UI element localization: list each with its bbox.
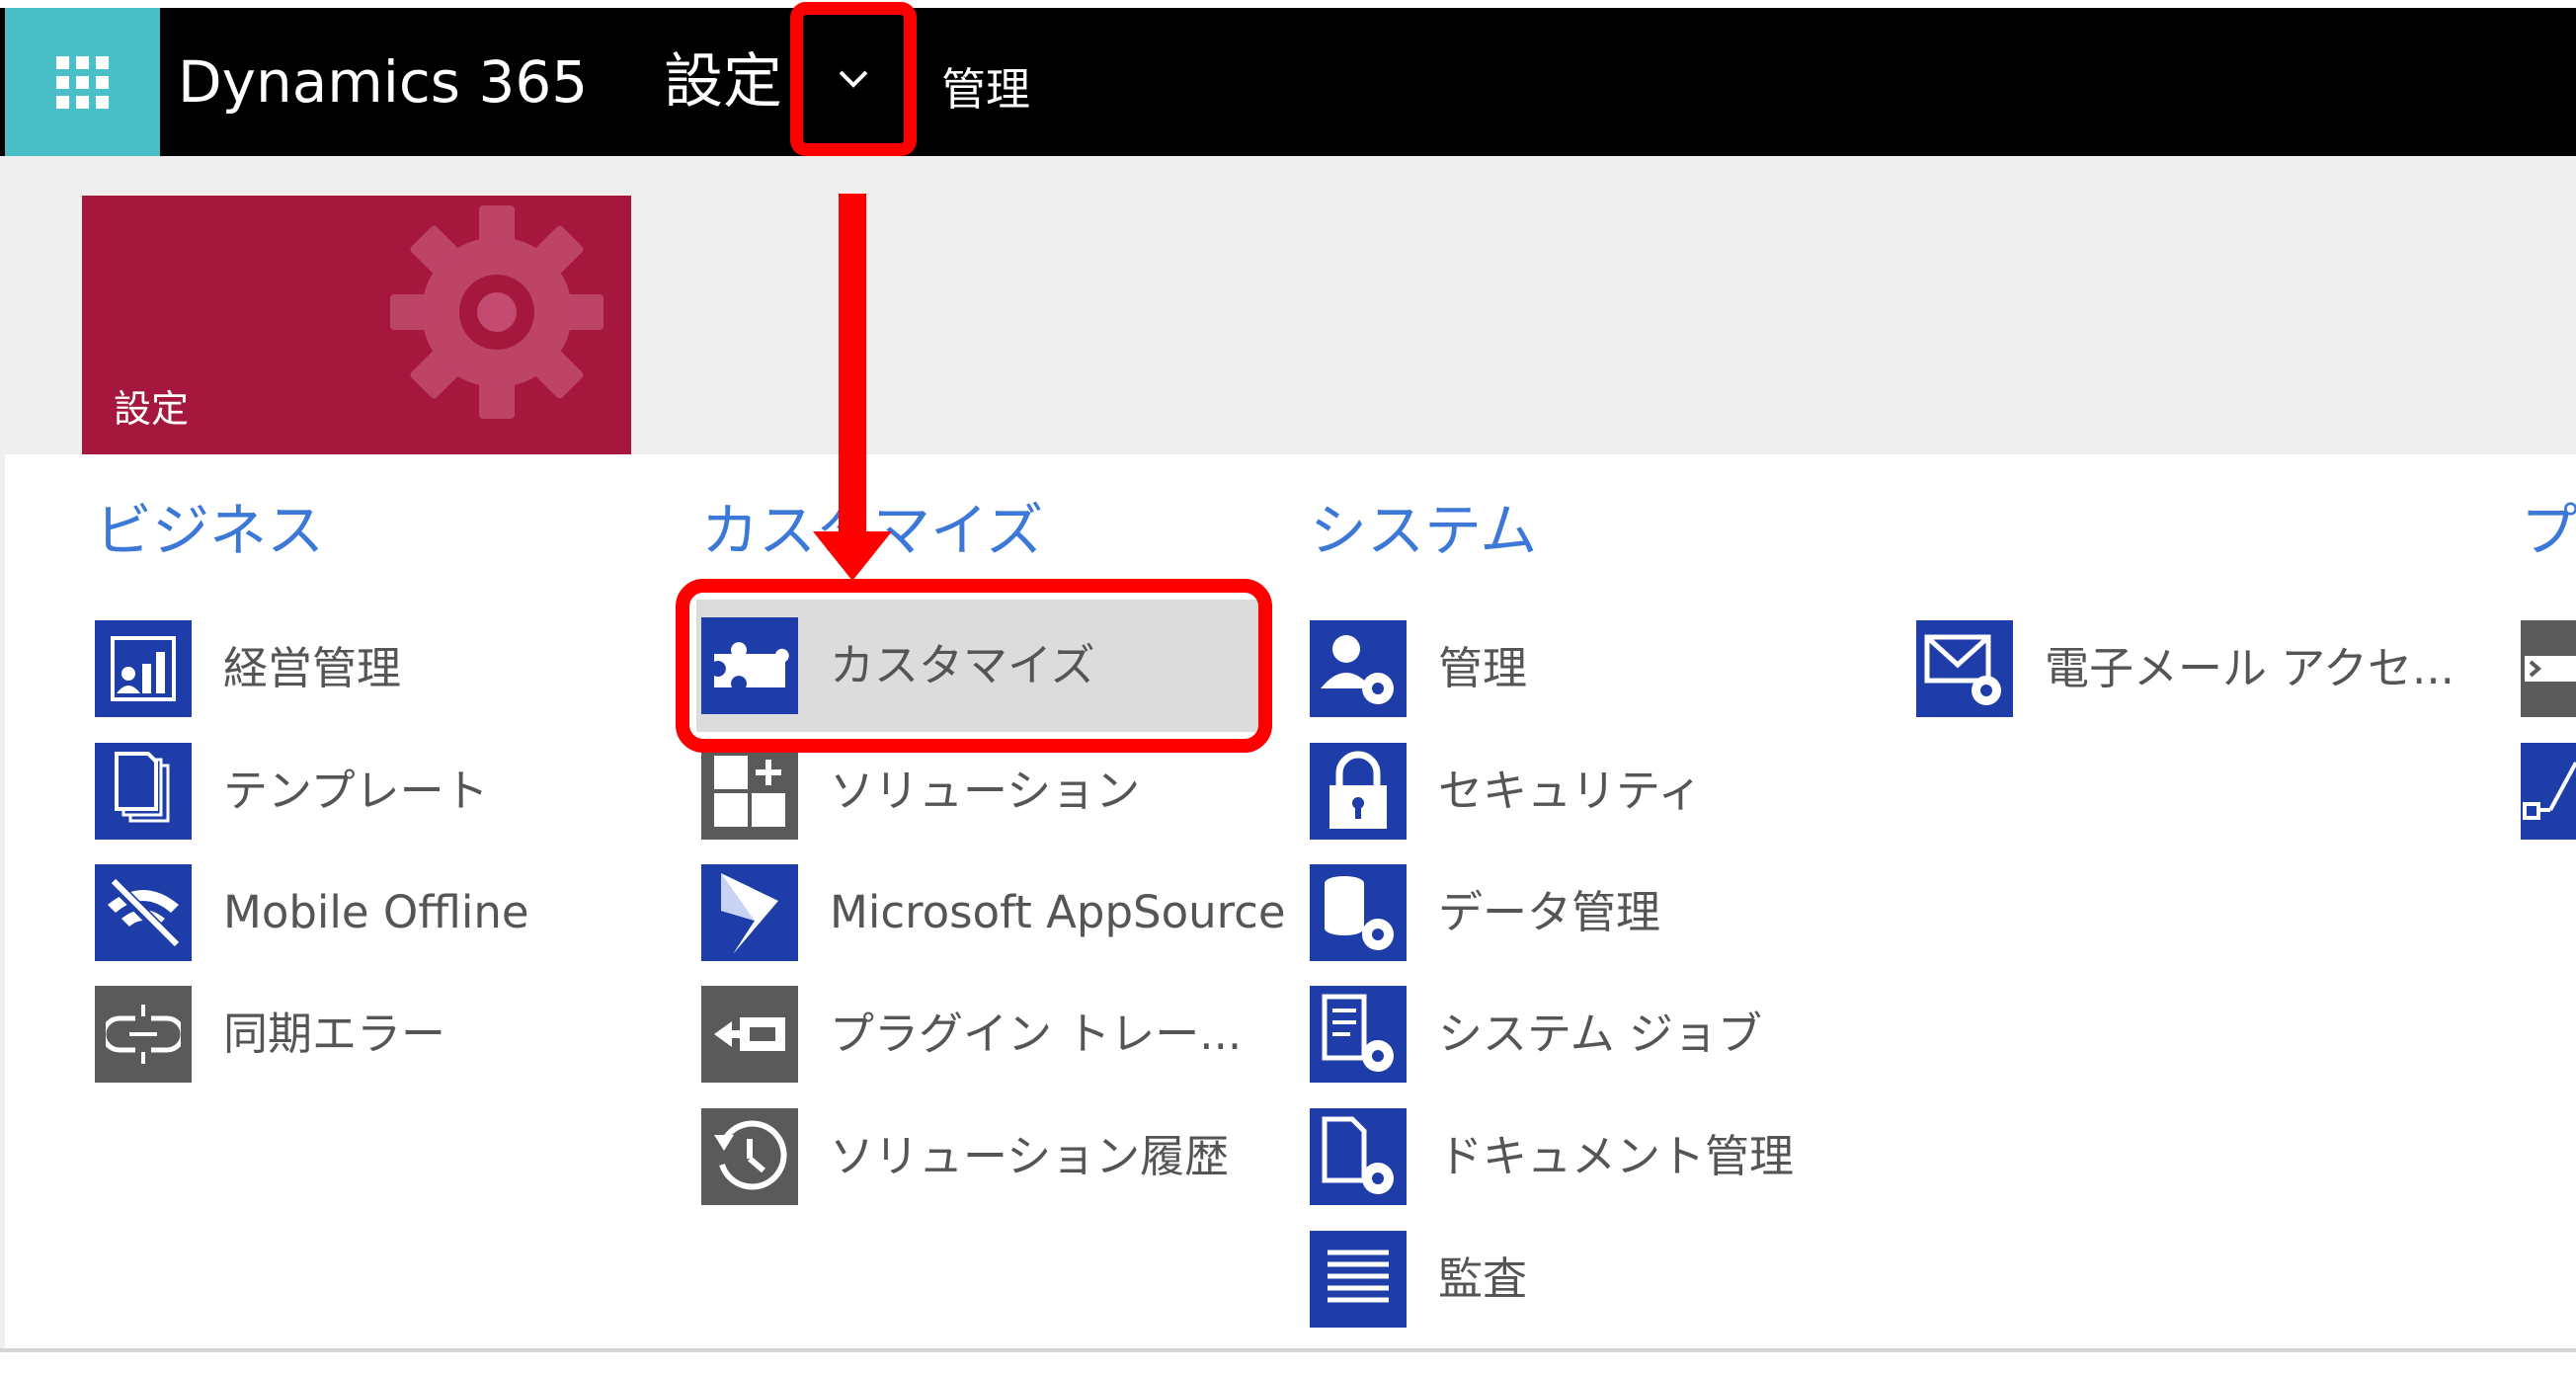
waffle-icon [56,55,109,109]
document-management-icon [1310,1108,1407,1205]
sitemap-item-label: 経営管理 [223,642,402,694]
partial-sitemap-item[interactable] [2521,743,2576,840]
panel-bottom-border [0,1348,2576,1352]
chevron-down-icon [839,70,868,88]
sitemap-item-business-management[interactable]: 経営管理 [95,620,648,723]
app-brand[interactable]: Dynamics 365 [178,8,588,156]
sitemap-item-administration[interactable]: 管理 [1310,620,1863,723]
nav-area-settings[interactable]: 設定 [664,8,782,156]
settings-tile-label: 設定 [114,387,190,431]
lock-icon [1310,743,1407,840]
auditing-icon [1310,1231,1407,1328]
plugin-trace-icon [701,986,798,1083]
sitemap-item-solution-history[interactable]: ソリューション履歴 [701,1108,1254,1211]
sitemap-item-mobile-offline[interactable]: Mobile Offline [95,864,648,967]
gear-icon [390,205,604,419]
sitemap-item-sync-error[interactable]: 同期エラー [95,986,648,1089]
history-icon [701,1108,798,1205]
administration-icon [1310,620,1407,717]
sitemap-item-label: データ管理 [1438,886,1661,938]
partial-sitemap-item[interactable] [2521,620,2576,717]
top-nav-bar: Dynamics 365 設定 管理 [0,8,2576,156]
nav-dropdown-button[interactable] [790,2,917,156]
sitemap-item-document-management[interactable]: ドキュメント管理 [1310,1108,1863,1211]
sitemap-item-system-jobs[interactable]: システム ジョブ [1310,986,1863,1089]
data-management-icon [1310,864,1407,961]
sitemap-item-label: ソリューション履歴 [830,1130,1230,1182]
settings-tile[interactable]: 設定 [82,196,631,454]
column-title-partial: プ [2521,497,2576,564]
templates-icon [95,743,192,840]
email-config-icon [1916,620,2013,717]
nav-subarea[interactable]: 管理 [941,8,1030,156]
sitemap-item-label: システム ジョブ [1438,1008,1762,1060]
sitemap-item-templates[interactable]: テンプレート [95,743,648,846]
sync-error-icon [95,986,192,1083]
sitemap-item-label: セキュリティ [1438,765,1703,817]
sitemap-item-plugin-trace[interactable]: プラグイン トレー... [701,986,1254,1089]
annotation-arrow-head [813,531,892,581]
partial-item-icon [2523,762,2576,820]
sitemap-item-label: ソリューション [830,765,1141,817]
solutions-icon [701,743,798,840]
sitemap-item-label: 電子メール アクセ... [2045,642,2455,694]
sitemap-item-label: テンプレート [223,765,489,817]
sitemap-item-security[interactable]: セキュリティ [1310,743,1863,846]
dynamics-logo-icon [701,864,798,961]
sitemap-item-label: プラグイン トレー... [830,1008,1243,1060]
partial-item-icon [2525,656,2576,682]
sitemap-item-email-configuration[interactable]: 電子メール アクセ... [1916,620,2469,723]
sitemap-item-label: ドキュメント管理 [1438,1130,1795,1182]
business-management-icon [95,620,192,717]
annotation-arrow-shaft [839,194,866,539]
sitemap-item-label: 管理 [1438,642,1528,694]
sitemap-item-label: Microsoft AppSource [830,886,1286,938]
column-title-system: システム [1310,497,1538,564]
annotation-highlight-box [676,579,1272,753]
sitemap-item-auditing[interactable]: 監査 [1310,1231,1863,1333]
sitemap-item-data-management[interactable]: データ管理 [1310,864,1863,967]
sitemap-item-label: Mobile Offline [223,886,529,938]
column-title-business: ビジネス [95,497,325,564]
sitemap-item-label: 同期エラー [223,1008,446,1060]
sitemap-item-appsource[interactable]: Microsoft AppSource [701,864,1286,967]
app-launcher-button[interactable] [5,8,160,156]
sitemap-item-label: 監査 [1438,1252,1528,1305]
mobile-offline-icon [95,864,192,961]
system-jobs-icon [1310,986,1407,1083]
sitemap-item-solutions[interactable]: ソリューション [701,743,1254,846]
